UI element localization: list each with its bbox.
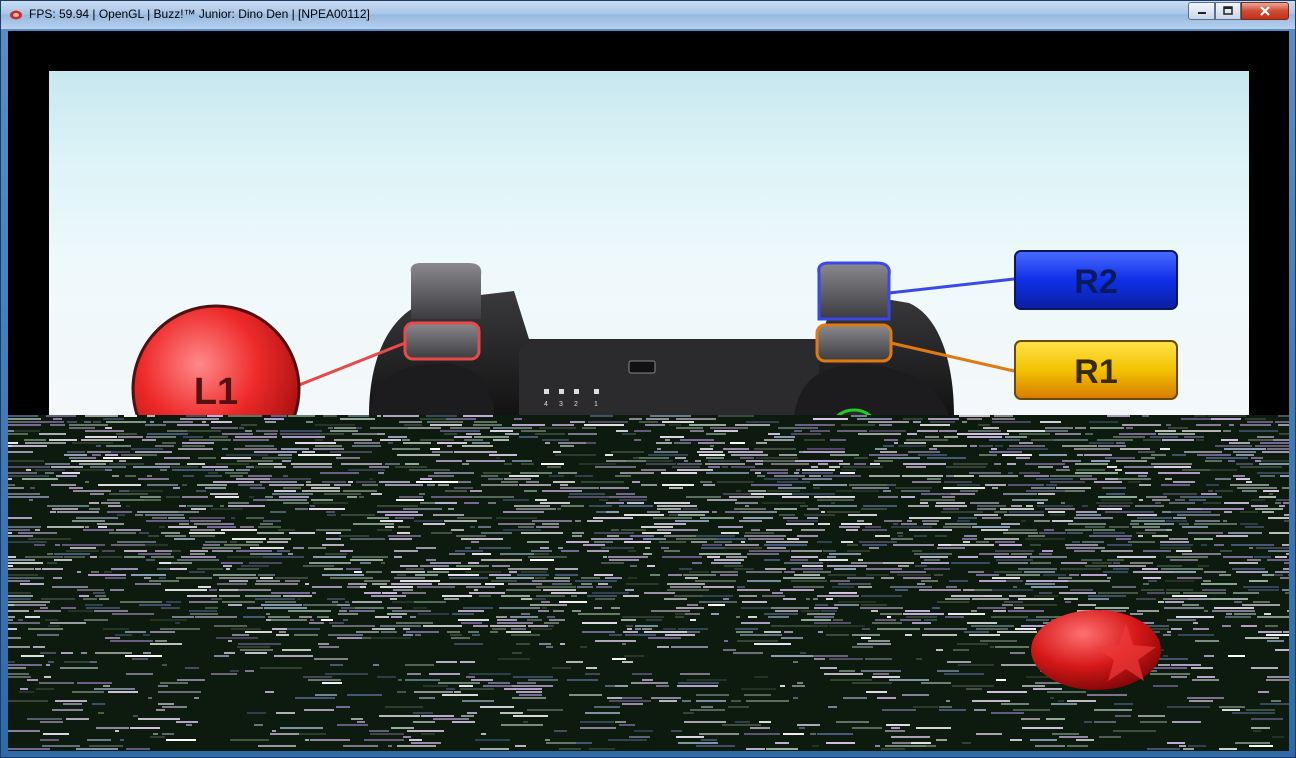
player-led-label-1: 1 — [594, 401, 598, 408]
r1-button — [815, 323, 893, 363]
usb-port — [628, 360, 656, 374]
app-window: FPS: 59.94 | OpenGL | Buzz!™ Junior: Din… — [0, 0, 1296, 758]
render-glitch-area — [8, 415, 1289, 751]
r2-trigger — [817, 261, 891, 321]
r2-label: R2 — [1074, 263, 1117, 301]
player-led-label-3: 3 — [559, 401, 563, 408]
rpcs3-icon — [10, 10, 22, 20]
minimize-icon — [1197, 12, 1206, 14]
game-viewport[interactable]: 4 3 2 1 L R — [8, 31, 1289, 751]
controller-illustration: 4 3 2 1 L R — [131, 250, 1178, 416]
r2-connector — [888, 277, 1015, 295]
controller-tutorial-scene: 4 3 2 1 L R — [49, 71, 1249, 416]
close-icon — [1260, 6, 1270, 16]
l1-label: L1 — [194, 371, 238, 413]
buzz-button-overlay — [1031, 610, 1161, 690]
title-bar[interactable]: FPS: 59.94 | OpenGL | Buzz!™ Junior: Din… — [1, 1, 1295, 29]
player-led-label-2: 2 — [574, 401, 578, 408]
maximize-button[interactable] — [1215, 2, 1241, 20]
close-button[interactable] — [1241, 2, 1289, 20]
maximize-icon — [1223, 6, 1233, 15]
window-title: FPS: 59.94 | OpenGL | Buzz!™ Junior: Din… — [29, 7, 370, 21]
minimize-button[interactable] — [1188, 2, 1215, 20]
r1-label: R1 — [1074, 353, 1117, 391]
player-led-label-4: 4 — [544, 401, 548, 408]
controller-center-panel — [519, 343, 819, 416]
l1-button — [403, 321, 481, 361]
l2-trigger — [410, 263, 482, 319]
